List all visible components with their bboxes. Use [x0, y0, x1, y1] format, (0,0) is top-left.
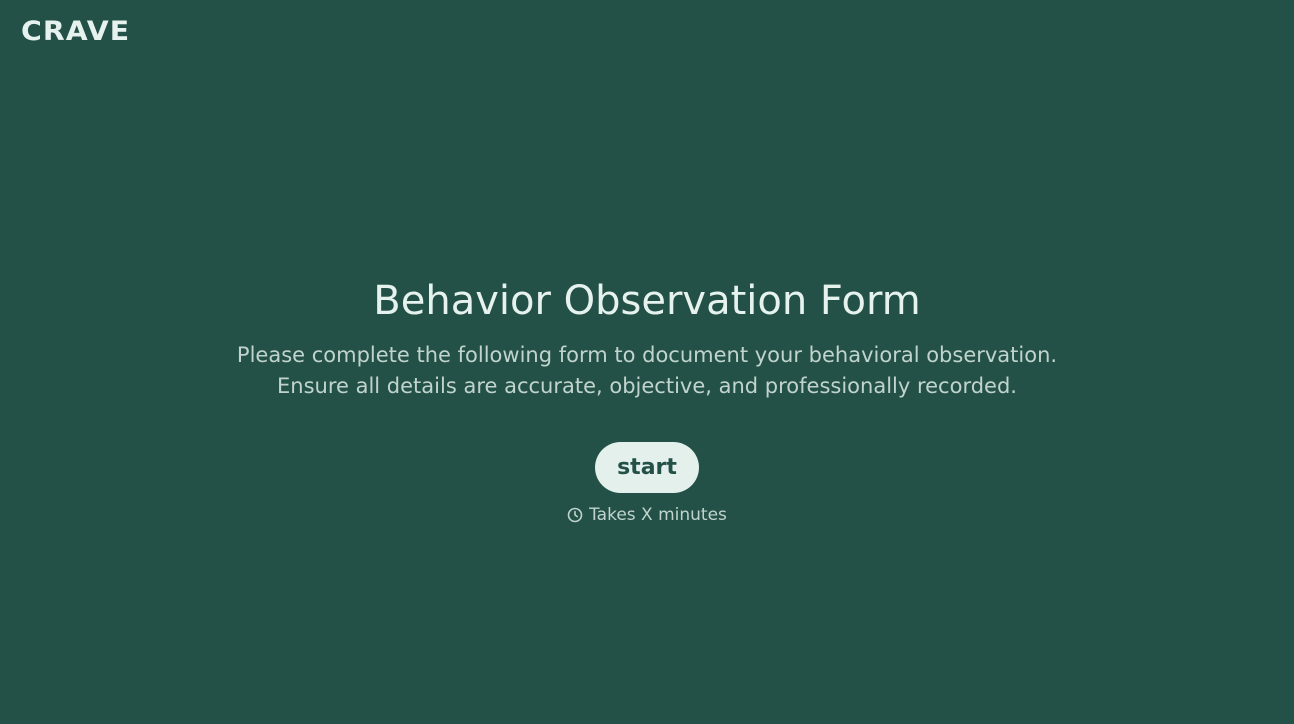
start-button[interactable]: start — [595, 442, 699, 493]
duration-text: Takes X minutes — [589, 505, 727, 525]
page-description: Please complete the following form to do… — [0, 340, 1294, 402]
clock-icon — [567, 507, 583, 523]
description-line-1: Please complete the following form to do… — [236, 343, 1058, 367]
duration-note: Takes X minutes — [0, 505, 1294, 525]
description-line-2: Ensure all details are accurate, objecti… — [277, 374, 1017, 398]
page-title: Behavior Observation Form — [373, 278, 921, 324]
welcome-panel: Behavior Observation Form Please complet… — [0, 276, 1294, 525]
brand-logo: CRAVE — [21, 16, 131, 47]
